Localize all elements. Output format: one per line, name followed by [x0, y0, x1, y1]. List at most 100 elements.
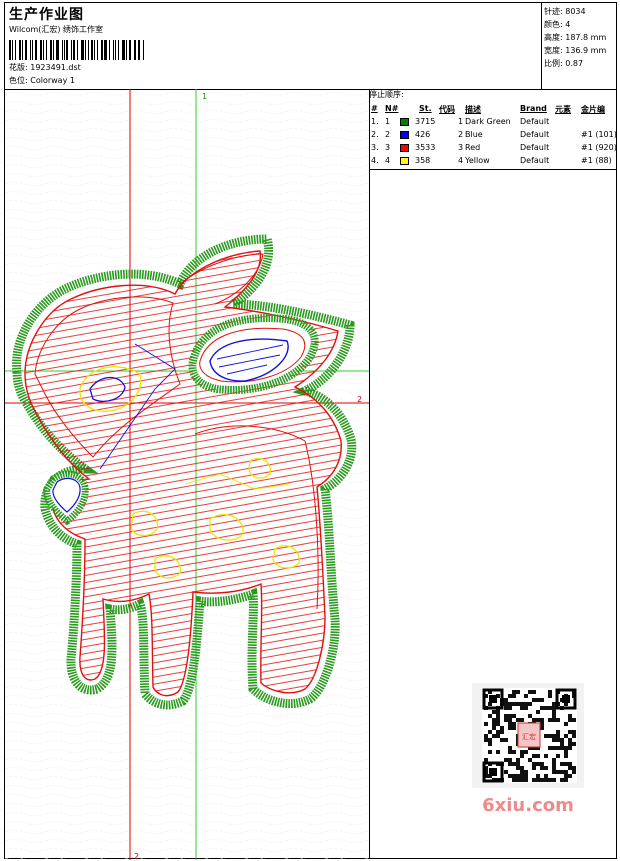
col-description: 描述	[465, 105, 481, 114]
qr-cell	[568, 718, 572, 722]
qr-cell	[556, 754, 560, 758]
qr-cell	[552, 718, 556, 722]
barcode-bar	[115, 40, 117, 60]
barcode-bar	[135, 40, 137, 60]
table-row[interactable]: 4. 4 358 4 Yellow Default #1 (88)	[369, 154, 617, 167]
qr-cell	[564, 746, 568, 750]
barcode-bar	[77, 40, 78, 60]
qr-cell	[496, 730, 500, 734]
qr-cell	[544, 754, 548, 758]
cell-number: 2	[385, 130, 391, 139]
watermark-site: 6xiu.com	[482, 795, 574, 816]
color-swatch	[400, 118, 409, 126]
table-row[interactable]: 3. 3 3533 3 Red Default #1 (920)	[369, 141, 617, 154]
barcode-bar	[103, 40, 107, 60]
qr-cell	[572, 742, 576, 746]
qr-cell	[496, 722, 500, 726]
qr-cell	[504, 738, 508, 742]
qr-cell	[508, 722, 512, 726]
qr-cell	[564, 774, 568, 778]
qr-cell	[520, 702, 524, 706]
qr-cell	[552, 770, 556, 774]
cell-code: 1	[458, 117, 464, 126]
barcode-bar	[138, 40, 141, 60]
qr-cell	[512, 750, 516, 754]
guide-label-1: 1	[202, 92, 207, 101]
col-index: #	[371, 104, 378, 113]
qr-cell	[500, 726, 504, 730]
qr-cell	[532, 718, 536, 722]
qr-cell	[560, 746, 564, 750]
qr-cell	[508, 750, 512, 754]
barcode-bar	[11, 40, 13, 60]
cell-brand: Default	[520, 143, 550, 152]
barcode-bar	[122, 40, 125, 60]
qr-cell	[548, 718, 552, 722]
qr-cell	[512, 762, 516, 766]
design-width: 宽度: 136.9 mm	[544, 46, 607, 55]
colorway-label: 色位:	[9, 76, 28, 85]
qr-cell	[508, 714, 512, 718]
table-row[interactable]: 1. 1 3715 1 Dark Green Default	[369, 115, 617, 128]
qr-cell	[528, 714, 532, 718]
qr-cell	[536, 774, 540, 778]
qr-cell	[540, 762, 544, 766]
qr-cell	[568, 714, 572, 718]
design-label: 花版:	[9, 63, 28, 72]
qr-cell	[552, 766, 556, 770]
guide-label-2-bottom: 2	[134, 852, 139, 860]
color-swatch	[400, 157, 409, 165]
qr-cell	[532, 762, 536, 766]
sheet-title: 生产作业图	[9, 7, 84, 23]
barcode-bar	[125, 40, 127, 60]
cell-description: Blue	[465, 130, 483, 139]
qr-cell	[544, 706, 548, 710]
barcode-bar	[128, 40, 131, 60]
qr-cell	[524, 706, 528, 710]
qr-cell	[500, 738, 504, 742]
qr-cell	[532, 766, 536, 770]
barcode-bar	[61, 40, 63, 60]
qr-cell	[552, 710, 556, 714]
qr-cell	[540, 722, 544, 726]
qr-cell	[536, 718, 540, 722]
qr-cell	[552, 738, 556, 742]
qr-cell	[512, 774, 516, 778]
qr-cell	[504, 698, 508, 702]
table-row[interactable]: 2. 2 426 2 Blue Default #1 (101)	[369, 128, 617, 141]
table-header: # N# St. 代码 描述 Brand 元素 金片编	[369, 102, 617, 115]
qr-cell	[532, 698, 536, 702]
design-file-line: 花版: 1923491.dst	[9, 62, 81, 73]
barcode-bar	[87, 40, 89, 60]
qr-cell	[568, 762, 572, 766]
embroidery-canvas[interactable]: 1 2 2	[5, 89, 369, 860]
qr-cell	[540, 718, 544, 722]
qr-cell	[508, 726, 512, 730]
qr-cell	[524, 694, 528, 698]
qr-cell	[548, 690, 552, 694]
qr-cell	[536, 762, 540, 766]
qr-cell	[516, 718, 520, 722]
qr-cell	[572, 766, 576, 770]
canvas-divider	[369, 89, 370, 858]
barcode	[9, 40, 145, 60]
qr-cell	[544, 774, 548, 778]
qr-cell	[520, 774, 524, 778]
barcode-bar	[91, 40, 94, 60]
qr-cell	[544, 778, 548, 782]
barcode-bar	[31, 40, 33, 60]
qr-cell	[568, 774, 572, 778]
qr-cell	[520, 718, 524, 722]
qr-cell	[552, 746, 556, 750]
qr-cell	[564, 754, 568, 758]
cell-code: 4	[458, 156, 464, 165]
qr-cell	[524, 750, 528, 754]
qr-cell	[504, 706, 508, 710]
stitch-count: 针迹: 8034	[544, 7, 586, 16]
barcode-bar	[25, 40, 28, 60]
qr-cell	[488, 742, 492, 746]
color-sequence-table: # N# St. 代码 描述 Brand 元素 金片编 1. 1 3715 1 Dark…	[369, 102, 617, 167]
qr-cell	[504, 758, 508, 762]
cell-brand: Default	[520, 117, 550, 126]
qr-cell	[556, 738, 560, 742]
